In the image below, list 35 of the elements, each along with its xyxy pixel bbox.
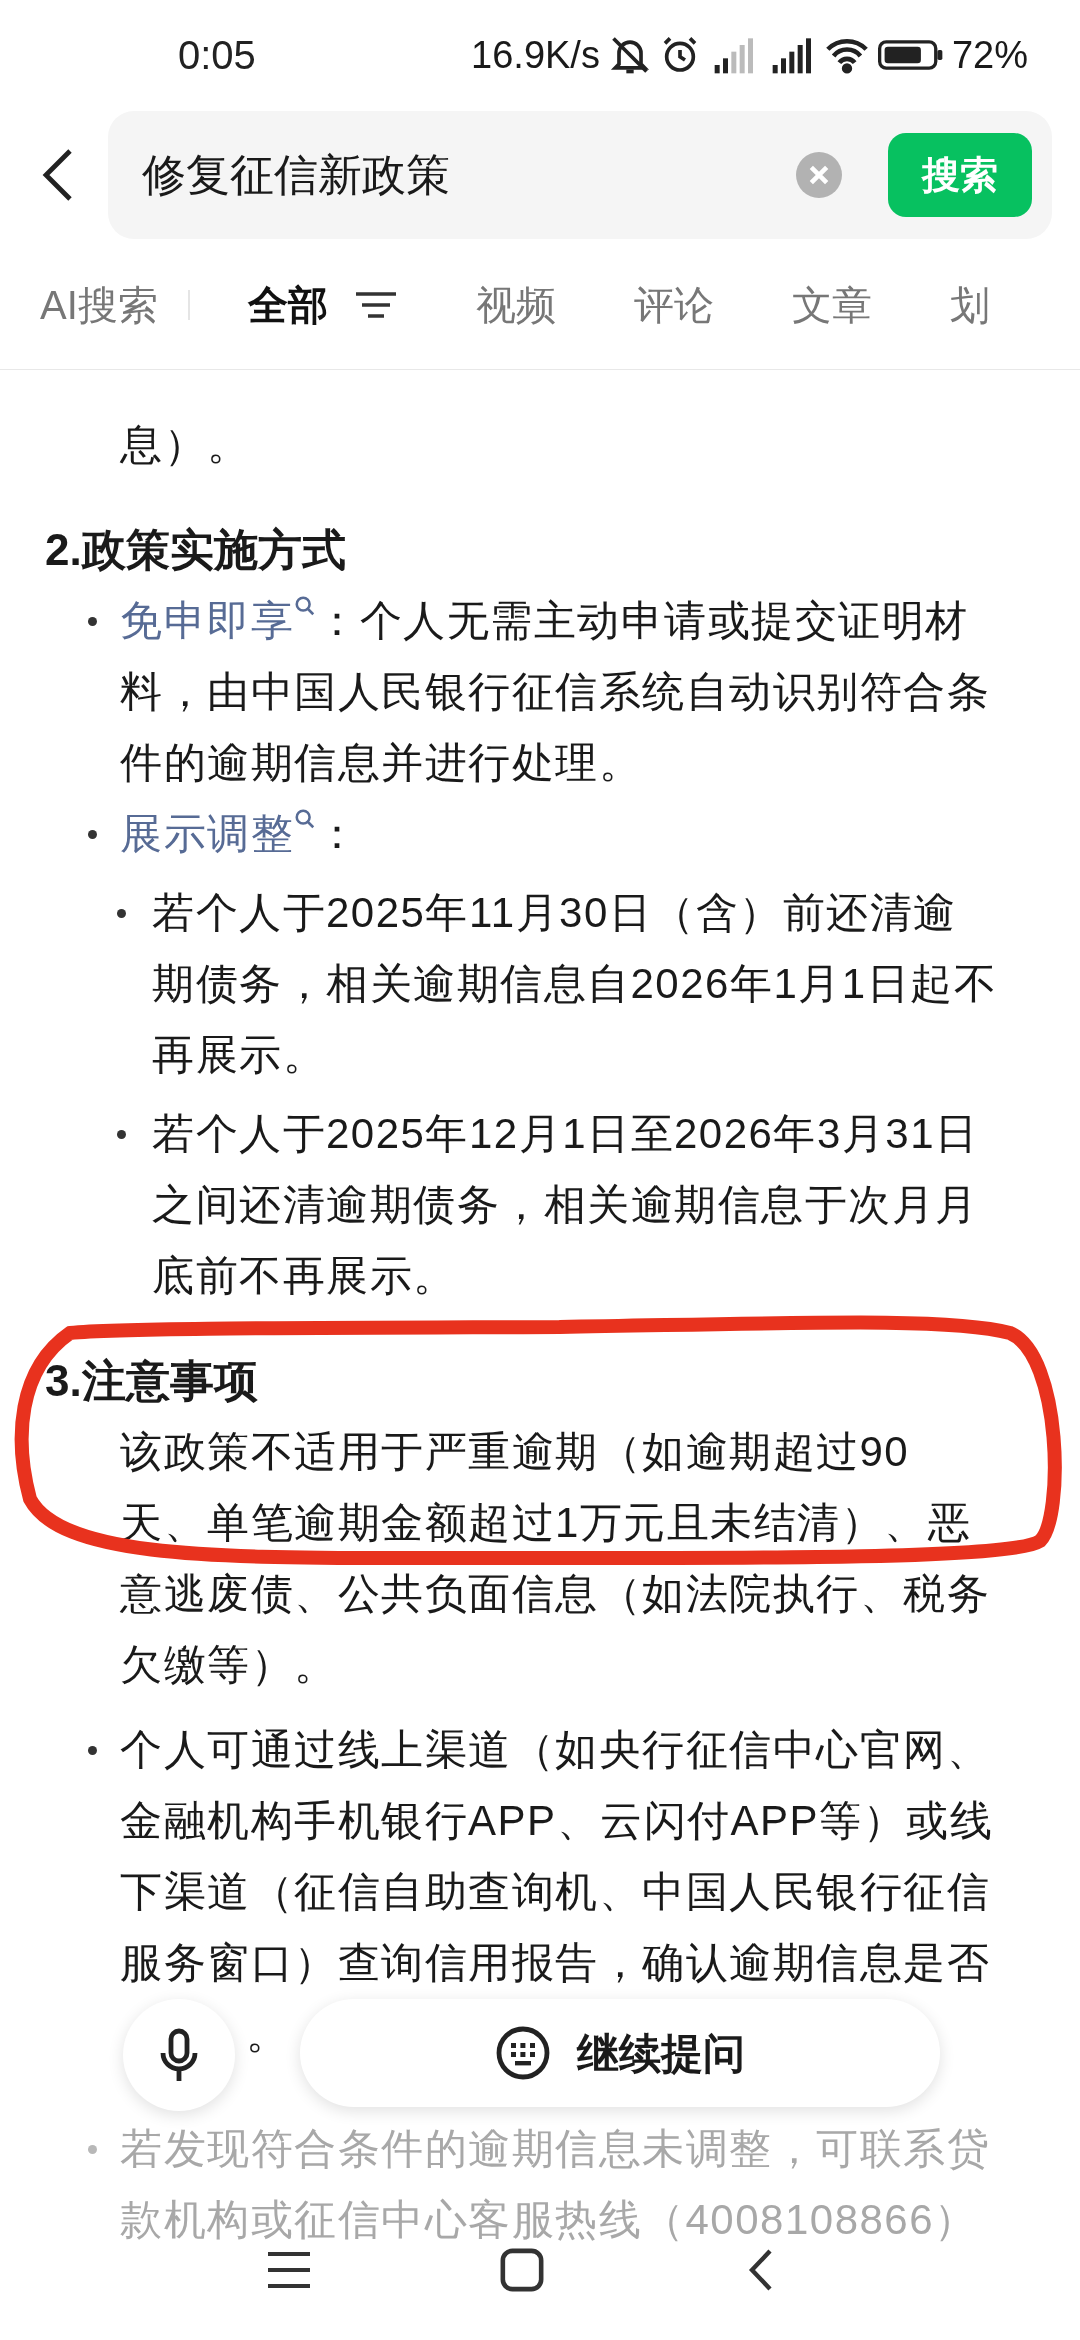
paragraph: 息）。 (120, 420, 252, 470)
bullet-text: 若个人于2025年12月1日至2026年3月31日之间还清逾期债务，相关逾期信息于次月月底前不再展示。 (152, 1109, 980, 1301)
status-time: 0:05 (178, 32, 256, 79)
tab[interactable]: 评论 (633, 274, 714, 335)
battery-icon (877, 38, 944, 72)
search-icon (294, 808, 316, 830)
battery-percent: 72% (951, 32, 1028, 78)
search-link[interactable]: 展示调整 (120, 810, 316, 857)
bullet-text: 个人可通过线上渠道（如央行征信中心官网、金融机构手机银行APP、云闪付APP等）或线下渠道（征信自助查询机、中国人民银行征信服务窗口）查询信用报告，确认逾期信息是否 (120, 1725, 995, 1988)
bullet-text: 展示调整 ： (120, 807, 361, 859)
tab[interactable]: AI搜索 (40, 274, 158, 335)
heading-number: 3. (45, 1355, 82, 1407)
section-heading: 注意事项 (81, 1355, 258, 1407)
search-button[interactable]: 搜索 (888, 133, 1032, 217)
keyboard-icon (495, 2025, 551, 2081)
search-link[interactable]: 免申即享 (120, 597, 316, 644)
bullet-text: 若发现符合条件的逾期信息未调整，可联系贷款机构或征信中心客服热线（4008108866） (120, 2124, 991, 2245)
heading-number: 2. (45, 524, 82, 576)
home-icon[interactable] (499, 2247, 545, 2293)
section-heading: 政策实施方式 (81, 524, 346, 576)
search-icon (294, 595, 316, 617)
network-speed: 16.9K/s (471, 32, 600, 78)
paragraph: 该政策不适用于严重逾期（如逾期超过90天、单笔逾期金额超过1万元且未结清）、恶意逃废债、公共负面信息（如法院执行、税务欠缴等）。 (120, 1427, 991, 1690)
tab[interactable]: 文章 (791, 274, 872, 335)
bullet-text: 免申即享 ：个人无需主动申请或提交证明材料，由中国人民银行征信系统自动识别符合条件的逾期信息并进行处理。 (120, 594, 991, 788)
tab[interactable]: 划 (949, 274, 990, 335)
filter-icon[interactable] (353, 289, 398, 320)
bullet-text: 若个人于2025年11月30日（含）前还清逾期债务，相关逾期信息自2026年1月1日起不再展示。 (152, 888, 999, 1080)
search-field[interactable]: 修复征信新政策 搜索 (108, 111, 1052, 239)
bullet-text: 。 (246, 2009, 290, 2059)
microphone-icon (159, 2027, 199, 2083)
tab[interactable]: 全部 (247, 274, 328, 335)
continue-asking-button[interactable]: 继续提问 (300, 1999, 940, 2107)
search-query: 修复征信新政策 (142, 149, 450, 201)
tab[interactable]: 视频 (475, 274, 556, 335)
